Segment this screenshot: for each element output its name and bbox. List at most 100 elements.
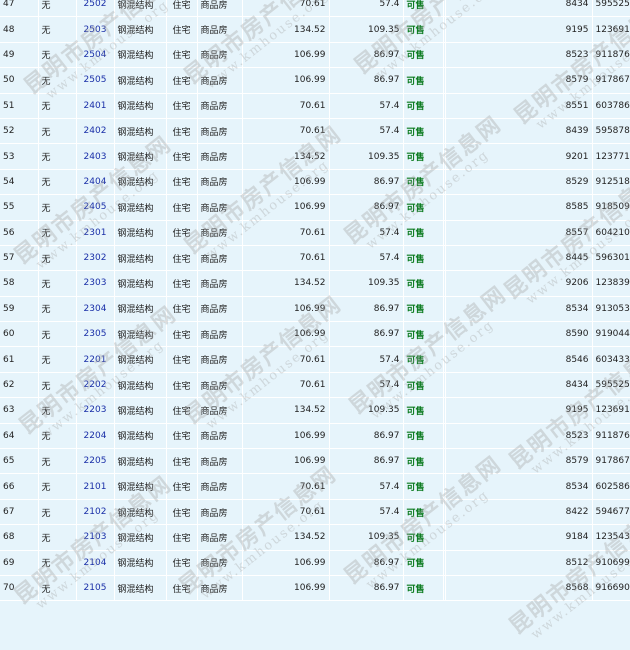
unit-price: 8551 (445, 93, 593, 119)
unit-room-link: 2502 (76, 0, 115, 18)
room-number-link[interactable]: 2402 (84, 126, 107, 136)
unit-build-area: 70.61 (242, 372, 330, 399)
unit-presale-flag: 无 (38, 296, 77, 323)
unit-housing-type: 商品房 (197, 296, 243, 323)
unit-structure: 钢混结构 (114, 194, 167, 221)
room-number-link[interactable]: 2505 (84, 75, 107, 85)
room-number-link[interactable]: 2204 (84, 431, 107, 441)
unit-inner-area: 86.97 (329, 423, 404, 450)
unit-structure: 钢混结构 (114, 499, 167, 526)
room-number-link[interactable]: 2104 (84, 558, 107, 568)
unit-sale-status: 可售 (403, 321, 444, 348)
unit-sale-status: 可售 (403, 423, 444, 450)
table-row: 58 无 2303 钢混结构 住宅 商品房 134.52 109.35 可售 9206 123839… (0, 270, 630, 297)
room-number-link[interactable]: 2303 (84, 278, 107, 288)
unit-presale-flag: 无 (38, 448, 77, 475)
unit-price: 8529 (445, 169, 593, 196)
unit-presale-flag: 无 (38, 372, 77, 399)
unit-housing-type: 商品房 (197, 245, 243, 272)
unit-total-price: 595878 (592, 118, 630, 145)
table-row: 64 无 2204 钢混结构 住宅 商品房 106.99 86.97 可售 8523 911876 (0, 423, 630, 450)
unit-presale-flag: 无 (38, 220, 77, 246)
unit-price: 8579 (445, 448, 593, 475)
unit-presale-flag: 无 (38, 169, 77, 196)
unit-total-price: 595525 (592, 0, 630, 18)
unit-build-area: 70.61 (242, 93, 330, 119)
unit-price: 8534 (445, 473, 593, 500)
unit-room-link: 2304 (76, 296, 115, 323)
room-number-link[interactable]: 2401 (84, 101, 107, 111)
unit-presale-flag: 无 (38, 575, 77, 602)
unit-inner-area: 57.4 (329, 372, 404, 399)
unit-room-link: 2101 (76, 473, 115, 500)
unit-sale-status: 可售 (403, 550, 444, 576)
room-number-link[interactable]: 2403 (84, 152, 107, 162)
unit-housing-type: 商品房 (197, 16, 243, 43)
room-number-link[interactable]: 2101 (84, 482, 107, 492)
unit-total-price: 911876 (592, 423, 630, 450)
unit-usage: 住宅 (166, 245, 198, 272)
unit-presale-flag: 无 (38, 118, 77, 145)
room-number-link[interactable]: 2502 (84, 0, 107, 9)
room-number-link[interactable]: 2503 (84, 25, 107, 35)
unit-price: 9184 (445, 524, 593, 551)
unit-structure: 钢混结构 (114, 16, 167, 43)
room-number-link[interactable]: 2203 (84, 405, 107, 415)
room-number-link[interactable]: 2202 (84, 380, 107, 390)
unit-structure: 钢混结构 (114, 67, 167, 94)
unit-usage: 住宅 (166, 194, 198, 221)
room-number-link[interactable]: 2102 (84, 507, 107, 517)
unit-inner-area: 57.4 (329, 220, 404, 246)
room-number-link[interactable]: 2302 (84, 253, 107, 263)
table-row: 52 无 2402 钢混结构 住宅 商品房 70.61 57.4 可售 8439 595878 (0, 118, 630, 145)
room-number-link[interactable]: 2504 (84, 50, 107, 60)
unit-room-link: 2401 (76, 93, 115, 119)
unit-structure: 钢混结构 (114, 550, 167, 576)
unit-structure: 钢混结构 (114, 372, 167, 399)
room-number-link[interactable]: 2103 (84, 532, 107, 542)
unit-build-area: 70.61 (242, 473, 330, 500)
unit-room-link: 2504 (76, 42, 115, 69)
room-number-link[interactable]: 2201 (84, 355, 107, 365)
unit-total-price: 917867 (592, 448, 630, 475)
unit-room-link: 2105 (76, 575, 115, 602)
unit-build-area: 134.52 (242, 143, 330, 170)
unit-price: 8445 (445, 245, 593, 272)
unit-usage: 住宅 (166, 0, 198, 18)
room-number-link[interactable]: 2305 (84, 329, 107, 339)
unit-index: 64 (0, 423, 39, 450)
unit-build-area: 70.61 (242, 220, 330, 246)
room-number-link[interactable]: 2304 (84, 304, 107, 314)
unit-structure: 钢混结构 (114, 118, 167, 145)
unit-structure: 钢混结构 (114, 42, 167, 69)
unit-housing-type: 商品房 (197, 321, 243, 348)
unit-index: 59 (0, 296, 39, 323)
room-number-link[interactable]: 2405 (84, 202, 107, 212)
unit-inner-area: 109.35 (329, 397, 404, 424)
unit-index: 63 (0, 397, 39, 424)
unit-sale-status: 可售 (403, 473, 444, 500)
unit-usage: 住宅 (166, 93, 198, 119)
unit-build-area: 106.99 (242, 194, 330, 221)
unit-housing-type: 商品房 (197, 42, 243, 69)
room-number-link[interactable]: 2105 (84, 583, 107, 593)
unit-total-price: 594677 (592, 499, 630, 526)
unit-housing-type: 商品房 (197, 448, 243, 475)
unit-usage: 住宅 (166, 270, 198, 297)
unit-housing-type: 商品房 (197, 346, 243, 373)
unit-room-link: 2402 (76, 118, 115, 145)
unit-inner-area: 57.4 (329, 346, 404, 373)
unit-total-price: 917867 (592, 67, 630, 94)
unit-sale-status: 可售 (403, 270, 444, 297)
room-number-link[interactable]: 2404 (84, 177, 107, 187)
room-number-link[interactable]: 2301 (84, 228, 107, 238)
unit-price: 9195 (445, 16, 593, 43)
unit-total-price: 919044 (592, 321, 630, 348)
unit-sale-status: 可售 (403, 0, 444, 18)
unit-presale-flag: 无 (38, 423, 77, 450)
unit-usage: 住宅 (166, 16, 198, 43)
unit-index: 70 (0, 575, 39, 602)
table-row: 69 无 2104 钢混结构 住宅 商品房 106.99 86.97 可售 8512 910699 (0, 550, 630, 576)
unit-index: 50 (0, 67, 39, 94)
room-number-link[interactable]: 2205 (84, 456, 107, 466)
